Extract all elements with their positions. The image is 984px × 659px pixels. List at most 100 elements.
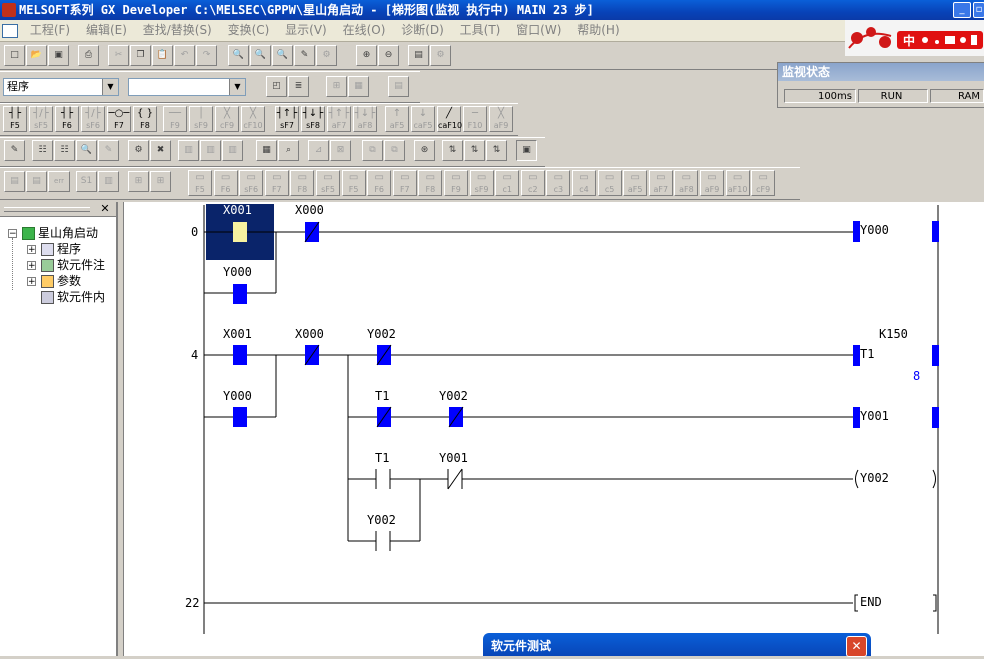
sfc-a-icon[interactable]: ▤: [4, 171, 25, 192]
tree-item-device-comment[interactable]: 软元件注: [41, 257, 105, 273]
program-select[interactable]: 程序 ▼: [3, 78, 119, 96]
diagnose-icon[interactable]: ⊛: [414, 140, 435, 161]
menu-find-replace[interactable]: 查找/替换(S): [137, 20, 218, 41]
grip-handle[interactable]: [4, 207, 90, 212]
batch-monitor-icon[interactable]: ▦: [256, 140, 277, 161]
list-view-icon[interactable]: ≣: [288, 76, 309, 97]
sfc-fkey-sf9[interactable]: ▭ sF9: [469, 170, 494, 196]
sfc-fkey-f6[interactable]: ▭ F6: [213, 170, 238, 196]
monitor-start-icon[interactable]: ⚙: [128, 140, 149, 161]
trace-a-icon[interactable]: ⇅: [442, 140, 463, 161]
sfc-c-icon[interactable]: ▥: [98, 171, 119, 192]
sfc-b-icon[interactable]: ▤: [26, 171, 47, 192]
tree-item-parameter[interactable]: 参数: [41, 273, 81, 289]
sfc-fkey-c4[interactable]: ▭ c4: [572, 170, 596, 196]
menu-window[interactable]: 窗口(W): [510, 20, 567, 41]
fkey-f8[interactable]: { } F8: [133, 106, 157, 132]
read-mode-icon[interactable]: ☷: [32, 140, 53, 161]
sfc-fkey-f5[interactable]: ▭ F5: [188, 170, 212, 196]
sfc-fkey-f8[interactable]: ▭ F8: [290, 170, 315, 196]
sfc-fkey-af10[interactable]: ▭ aF10: [725, 170, 750, 196]
edit-b-icon[interactable]: ▥: [200, 140, 221, 161]
sfc-fkey-af8[interactable]: ▭ aF8: [674, 170, 699, 196]
close-icon[interactable]: ✕: [98, 202, 112, 216]
app-icon[interactable]: [2, 3, 16, 17]
trace-b-icon[interactable]: ⇅: [464, 140, 485, 161]
undo-icon[interactable]: ↶: [174, 45, 195, 66]
chevron-down-icon[interactable]: ▼: [229, 79, 245, 95]
edit-a-icon[interactable]: ▥: [178, 140, 199, 161]
sfc-fkey-af5[interactable]: ▭ aF5: [623, 170, 648, 196]
paste-icon[interactable]: 📋: [152, 45, 173, 66]
fkey-sf6[interactable]: ┤/├ sF6: [81, 106, 105, 132]
monitor-write-icon[interactable]: 🔍: [76, 140, 97, 161]
menu-convert[interactable]: 变换(C): [222, 20, 276, 41]
menu-edit[interactable]: 编辑(E): [80, 20, 133, 41]
sfc-d-icon[interactable]: ⊞: [128, 171, 149, 192]
menu-view[interactable]: 显示(V): [279, 20, 333, 41]
zoom-in-icon[interactable]: ⊕: [356, 45, 377, 66]
tool-d-icon[interactable]: ⧉: [384, 140, 405, 161]
sfc-fkey-f7[interactable]: ▭ F7: [264, 170, 289, 196]
fkey-f5[interactable]: ┤├ F5: [3, 106, 27, 132]
sfc-fkey-c3[interactable]: ▭ c3: [546, 170, 571, 196]
sfc-monitor-icon[interactable]: ▦: [348, 76, 369, 97]
copy-icon[interactable]: ❐: [130, 45, 151, 66]
plc-write-icon[interactable]: ⚙: [430, 45, 451, 66]
tree-item-program[interactable]: 程序: [41, 241, 81, 257]
fkey-af9[interactable]: ╳ aF9: [489, 106, 513, 132]
comment-icon[interactable]: ▤: [388, 76, 409, 97]
sfc-fkey-sf6[interactable]: ▭ sF6: [239, 170, 264, 196]
sfc-fkey-cf9[interactable]: ▭ cF9: [751, 170, 776, 196]
find-device-icon[interactable]: 🔍: [228, 45, 249, 66]
trace-c-icon[interactable]: ⇅: [486, 140, 507, 161]
find-instruction-icon[interactable]: 🔍: [250, 45, 271, 66]
fkey-f9[interactable]: ── F9: [163, 106, 187, 132]
new-icon[interactable]: □: [4, 45, 25, 66]
expand-icon[interactable]: +: [27, 277, 36, 287]
fkey-caf10[interactable]: ╱ caF10: [437, 106, 462, 132]
tool-c-icon[interactable]: ⧉: [362, 140, 383, 161]
restore-button[interactable]: ▫: [973, 2, 984, 18]
fkey-f10[interactable]: ─ F10: [463, 106, 487, 132]
sfc-fkey-f6[interactable]: ▭ F6: [367, 170, 392, 196]
ladder-editor[interactable]: 0 X001 X000 Y000 Y000 4 X001 X000 Y002 Y…: [123, 202, 984, 656]
menu-tools[interactable]: 工具(T): [454, 20, 507, 41]
fkey-sf5[interactable]: ┤/├ sF5: [29, 106, 53, 132]
monitor-stop-icon[interactable]: ✖: [150, 140, 171, 161]
fkey-af5[interactable]: ↑ aF5: [385, 106, 409, 132]
plc-read-icon[interactable]: ▤: [408, 45, 429, 66]
edit-c-icon[interactable]: ▥: [222, 140, 243, 161]
cross-ref-icon[interactable]: ✎: [294, 45, 315, 66]
menu-online[interactable]: 在线(O): [337, 20, 392, 41]
step-icon[interactable]: S1: [76, 171, 97, 192]
screen-icon[interactable]: ▣: [516, 140, 537, 161]
sfc-e-icon[interactable]: ⊞: [150, 171, 171, 192]
fkey-sf8[interactable]: ┤↓├ sF8: [301, 106, 325, 132]
error-icon[interactable]: err: [48, 171, 70, 192]
sfc-fkey-sf5[interactable]: ▭ sF5: [316, 170, 340, 196]
fkey-f6[interactable]: ┤├ F6: [55, 106, 79, 132]
fkey-cf10[interactable]: ╳ cF10: [241, 106, 265, 132]
tool-a-icon[interactable]: ⊿: [308, 140, 329, 161]
sfc-fkey-f9[interactable]: ▭ F9: [444, 170, 468, 196]
sfc-fkey-af9[interactable]: ▭ aF9: [700, 170, 724, 196]
sfc-fkey-c1[interactable]: ▭ c1: [495, 170, 520, 196]
sfc-fkey-f5[interactable]: ▭ F5: [341, 170, 366, 196]
cut-icon[interactable]: ✂: [108, 45, 129, 66]
tool-b-icon[interactable]: ⊠: [330, 140, 351, 161]
find-contact-icon[interactable]: 🔍: [272, 45, 293, 66]
collapse-icon[interactable]: −: [8, 229, 17, 239]
device-test-icon[interactable]: ✎: [98, 140, 119, 161]
zoom-out-icon[interactable]: ⊖: [378, 45, 399, 66]
sfc-fkey-c5[interactable]: ▭ c5: [597, 170, 622, 196]
save-icon[interactable]: ▣: [48, 45, 69, 66]
fkey-sf9[interactable]: │ sF9: [189, 106, 213, 132]
tree-root[interactable]: 星山角启动: [22, 225, 98, 241]
print-icon[interactable]: ⎙: [78, 45, 99, 66]
fkey-sf7[interactable]: ┤↑├ sF7: [275, 106, 299, 132]
sfc-fkey-c2[interactable]: ▭ c2: [520, 170, 545, 196]
sfc-fkey-f7[interactable]: ▭ F7: [392, 170, 417, 196]
open-icon[interactable]: 📂: [26, 45, 47, 66]
expand-icon[interactable]: +: [27, 261, 36, 271]
